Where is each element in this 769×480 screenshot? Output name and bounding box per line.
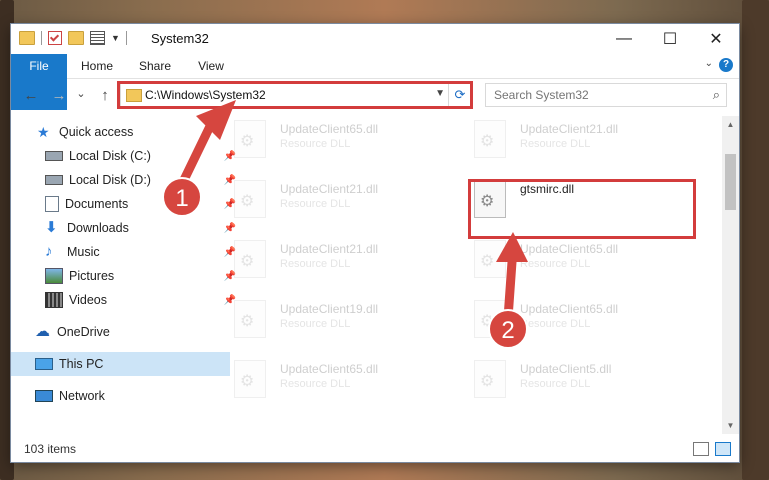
arrow-to-address-bar <box>178 100 236 187</box>
callout-badge-1: 1 <box>162 177 202 217</box>
callout-arrows <box>178 100 528 323</box>
callout-badge-2: 2 <box>488 309 528 349</box>
arrow-to-file <box>496 232 528 323</box>
